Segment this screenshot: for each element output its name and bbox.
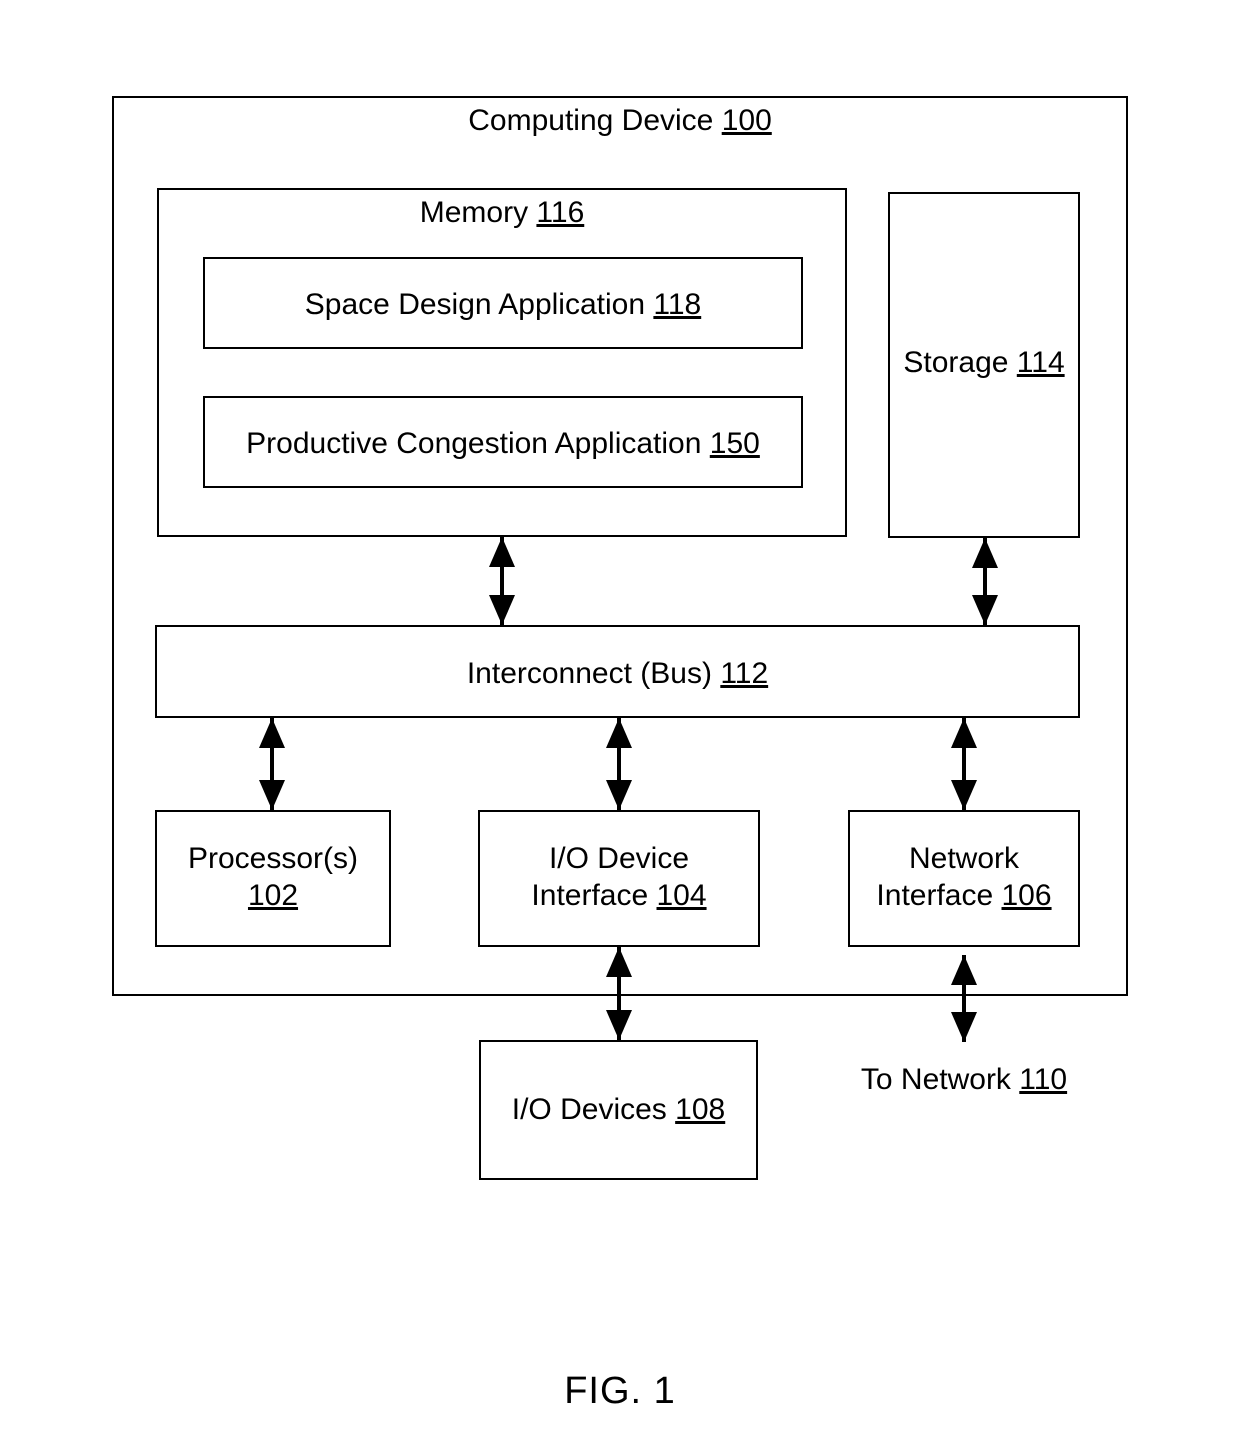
processor-label: Processor(s) 102 [155,841,391,914]
connector-bus-to-io-device-interface-arrow [606,718,632,810]
space-design-application-label: Space Design Application 118 [203,287,803,324]
arrow-head-down-icon [951,1012,977,1042]
to-network-label: To Network 110 [848,1062,1080,1099]
arrow-head-up-icon [606,718,632,748]
computing-device-title: Computing Device 100 [112,103,1128,140]
arrow-head-down-icon [972,595,998,625]
storage-ref: 114 [1016,346,1065,379]
network-interface-ref: 106 [1001,878,1052,912]
connector-bus-to-processor-arrow [259,718,285,810]
processor-name: Processor(s) [187,842,359,875]
io-devices-ref: 108 [675,1093,726,1126]
connector-memory-to-bus-arrow [489,537,515,625]
interconnect-bus-name: Interconnect (Bus) [466,657,712,690]
arrow-head-up-icon [489,537,515,567]
io-devices-name: I/O Devices [511,1093,667,1126]
arrow-head-up-icon [259,718,285,748]
productive-congestion-application-label: Productive Congestion Application 150 [203,426,803,463]
network-interface-name-line2: Interface [876,878,1002,912]
productive-congestion-application-name: Productive Congestion Application [246,427,702,460]
computing-device-name: Computing Device [468,104,714,137]
arrow-head-down-icon [951,780,977,810]
storage-name: Storage [903,346,1009,379]
computing-device-ref: 100 [721,104,772,137]
processor-ref: 102 [247,878,299,912]
connector-network-interface-to-network-arrow [951,955,977,1042]
arrow-head-down-icon [489,595,515,625]
space-design-application-name: Space Design Application [304,288,646,321]
io-device-interface-label: I/O Device Interface 104 [478,841,760,914]
memory-title: Memory 116 [157,195,847,232]
storage-label: Storage 114 [888,345,1080,382]
memory-ref: 116 [536,196,585,229]
connector-storage-to-bus-arrow [972,538,998,625]
connector-io-device-interface-to-io-devices-arrow [606,947,632,1040]
arrow-head-up-icon [951,718,977,748]
to-network-ref: 110 [1019,1063,1068,1096]
arrow-head-down-icon [606,1010,632,1040]
figure-caption: FIG. 1 [564,1370,676,1412]
interconnect-bus-ref: 112 [720,657,769,690]
arrow-head-up-icon [951,955,977,985]
io-device-interface-ref: 104 [656,878,707,912]
arrow-head-up-icon [606,947,632,977]
network-interface-label: Network Interface 106 [848,841,1080,914]
arrow-head-down-icon [606,780,632,810]
arrow-head-up-icon [972,538,998,568]
interconnect-bus-label: Interconnect (Bus) 112 [155,656,1080,693]
space-design-application-ref: 118 [653,288,702,321]
arrow-head-down-icon [259,780,285,810]
figure-canvas: Computing Device 100 Memory 116 Space De… [0,0,1240,1454]
memory-name: Memory [419,196,529,229]
to-network-name: To Network [860,1063,1011,1096]
productive-congestion-application-ref: 150 [709,427,760,460]
connector-bus-to-network-interface-arrow [951,718,977,810]
io-device-interface-name-line2: Interface [531,878,657,912]
io-device-interface-name-line1: I/O Device [548,842,690,875]
network-interface-name-line1: Network [908,842,1020,875]
io-devices-label: I/O Devices 108 [479,1092,758,1129]
